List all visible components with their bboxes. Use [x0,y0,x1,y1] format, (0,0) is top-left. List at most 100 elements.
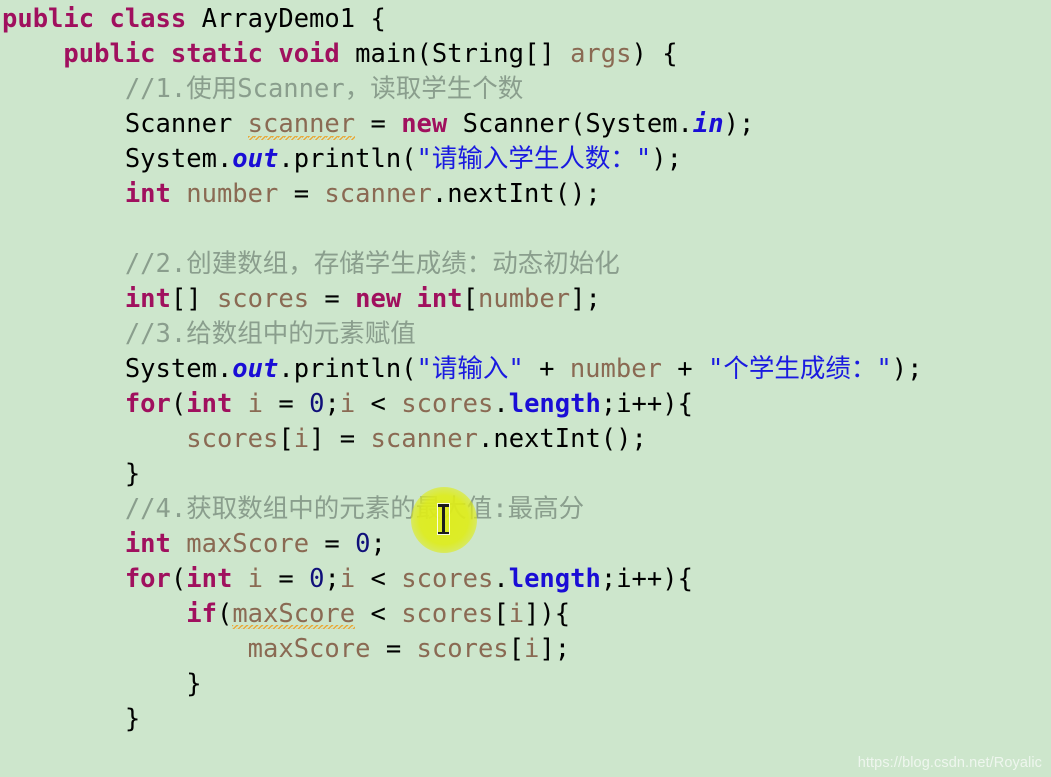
code-line-3[interactable]: //1.使用Scanner，读取学生个数 [0,72,1051,107]
comment-step-3: //3.给数组中的元素赋值 [124,319,416,349]
code-line-19[interactable]: maxScore = scores[i]; [0,632,1051,667]
type-scanner: Scanner [124,109,248,139]
line-tail: ]; [570,284,601,314]
keyword-public-class: public class [2,4,187,34]
scanner-constructor: Scanner(System. [447,109,693,139]
code-line-12[interactable]: for(int i = 0;i < scores.length;i++){ [0,387,1051,422]
keyword-int-2: int [401,284,463,314]
code-line-15[interactable]: //4.获取数组中的元素的最大值:最高分 [0,492,1051,527]
semicolon: ; [324,564,340,594]
less-than-operator: < [355,389,402,419]
variable-maxscore-declaration: maxScore [170,529,310,559]
system-prefix: System. [124,354,233,384]
semicolon: ; [324,389,340,419]
variable-scores-declaration: scores [216,284,310,314]
code-line-5[interactable]: System.out.println("请输入学生人数："); [0,142,1051,177]
code-line-17[interactable]: for(int i = 0;i < scores.length;i++){ [0,562,1051,597]
line-tail: ]; [539,634,571,664]
variable-scores-ref: scores [416,634,509,664]
keyword-public-static-void: public static void [63,39,340,69]
code-line-21[interactable]: } [0,702,1051,737]
paren-open: ( [216,599,233,629]
line-tail: ;i++){ [600,389,693,419]
line-tail: ); [651,144,682,174]
field-system-out: out [232,354,279,384]
variable-scanner-ref: scanner [324,179,432,209]
closing-brace-if: } [186,669,202,699]
variable-number-ref: number [477,284,571,314]
less-than-operator: < [355,599,402,629]
println-call: .println( [278,144,417,174]
line-tail: ]){ [524,599,571,629]
system-prefix: System. [124,144,233,174]
code-editor-pane[interactable]: public class ArrayDemo1 { public static … [0,0,1051,777]
watermark-text: https://blog.csdn.net/Royalic [857,755,1042,771]
string-prompt-student-count: "请输入学生人数：" [416,144,652,174]
string-prompt-enter: "请输入" [416,354,524,384]
code-line-16[interactable]: int maxScore = 0; [0,527,1051,562]
code-line-18[interactable]: if(maxScore < scores[i]){ [0,597,1051,632]
assign-operator: = [309,529,356,559]
keyword-int: int [124,284,171,314]
assign-operator: = [263,564,310,594]
variable-i-ref: i [508,599,525,629]
main-signature: main(String[] [339,39,571,69]
variable-number-declaration: number [170,179,279,209]
number-literal-zero: 0 [309,564,325,594]
main-signature-tail: ) { [631,39,678,69]
code-line-7-blank[interactable] [0,212,1051,247]
keyword-new: new [401,109,448,139]
line-tail: ); [723,109,755,139]
code-line-1[interactable]: public class ArrayDemo1 { [0,2,1051,37]
code-line-14[interactable]: } [0,457,1051,492]
line-tail: ;i++){ [600,564,693,594]
code-line-4[interactable]: Scanner scanner = new Scanner(System.in)… [0,107,1051,142]
assign-operator: = [263,389,310,419]
closing-brace-for-loop-2: } [124,704,141,734]
keyword-for: for [124,564,171,594]
paren-open: ( [170,389,187,419]
field-system-in: in [692,109,724,139]
variable-scores-ref: scores [401,564,494,594]
number-literal-zero: 0 [355,529,371,559]
code-line-2[interactable]: public static void main(String[] args) { [0,37,1051,72]
code-line-8[interactable]: //2.创建数组，存储学生成绩：动态初始化 [0,247,1051,282]
code-line-20[interactable]: } [0,667,1051,702]
variable-number-ref: number [569,354,662,384]
code-line-6[interactable]: int number = scanner.nextInt(); [0,177,1051,212]
string-prompt-scores: "个学生成绩：" [708,354,892,384]
code-line-9[interactable]: int[] scores = new int[number]; [0,282,1051,317]
bracket-close: ] [309,424,340,454]
nextint-call: .nextInt(); [477,424,647,454]
code-line-10[interactable]: //3.给数组中的元素赋值 [0,317,1051,352]
keyword-int: int [186,389,233,419]
variable-i-ref: i [524,634,540,664]
concat-operator-1: + [523,354,570,384]
keyword-int: int [124,179,171,209]
nextint-call: .nextInt(); [431,179,601,209]
field-length: length [508,389,601,419]
dot: . [493,389,509,419]
variable-scanner-declaration: scanner [247,109,356,140]
variable-scores-ref: scores [186,424,279,454]
assign-operator: = [355,109,402,139]
field-length: length [508,564,601,594]
code-line-13[interactable]: scores[i] = scanner.nextInt(); [0,422,1051,457]
bracket-open: [ [462,284,478,314]
keyword-for: for [124,389,171,419]
code-line-11[interactable]: System.out.println("请输入" + number + "个学生… [0,352,1051,387]
variable-maxscore-ref: maxScore [247,634,371,664]
println-call: .println( [278,354,417,384]
